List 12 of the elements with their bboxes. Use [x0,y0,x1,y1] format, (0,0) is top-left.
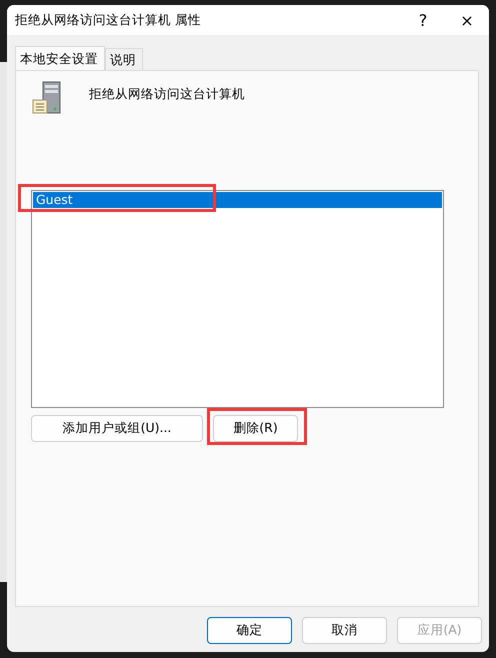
list-item[interactable]: Guest [33,192,442,208]
remove-button[interactable]: 删除(R) [213,415,298,442]
help-button[interactable]: ? [401,10,445,30]
close-button[interactable]: × [445,10,489,30]
cancel-button[interactable]: 取消 [302,617,387,644]
policy-name: 拒绝从网络访问这台计算机 [89,86,245,102]
tab[interactable]: 说明 [105,48,143,70]
ok-button[interactable]: 确定 [207,617,292,644]
user-list[interactable]: Guest [31,190,444,408]
window-title: 拒绝从网络访问这台计算机 属性 [15,12,202,28]
tab[interactable]: 本地安全设置 [15,46,105,71]
add-button[interactable]: 添加用户或组(U)... [31,415,203,442]
